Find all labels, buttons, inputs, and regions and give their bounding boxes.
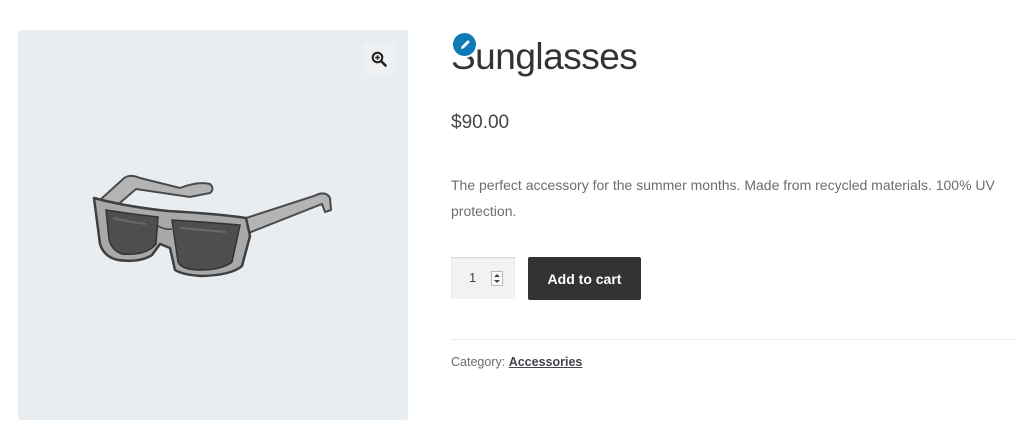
add-to-cart-button[interactable]: Add to cart (528, 257, 641, 300)
quantity-stepper[interactable] (491, 271, 503, 286)
divider (451, 339, 1016, 340)
category-link[interactable]: Accessories (509, 355, 583, 369)
product-title: Sunglasses (451, 36, 638, 77)
pencil-icon (460, 39, 470, 49)
category-label: Category: (451, 355, 506, 369)
product-price: $90.00 (451, 112, 510, 133)
product-gallery (18, 30, 408, 420)
quantity-input[interactable]: 1 (451, 257, 515, 299)
edit-product-button[interactable] (453, 33, 476, 56)
product-image[interactable] (18, 30, 408, 420)
zoom-button[interactable] (363, 43, 395, 75)
quantity-value[interactable]: 1 (469, 270, 476, 285)
product-meta: Category: Accessories (451, 355, 582, 369)
magnifier-plus-icon (371, 51, 387, 67)
product-description: The perfect accessory for the summer mon… (451, 177, 995, 219)
